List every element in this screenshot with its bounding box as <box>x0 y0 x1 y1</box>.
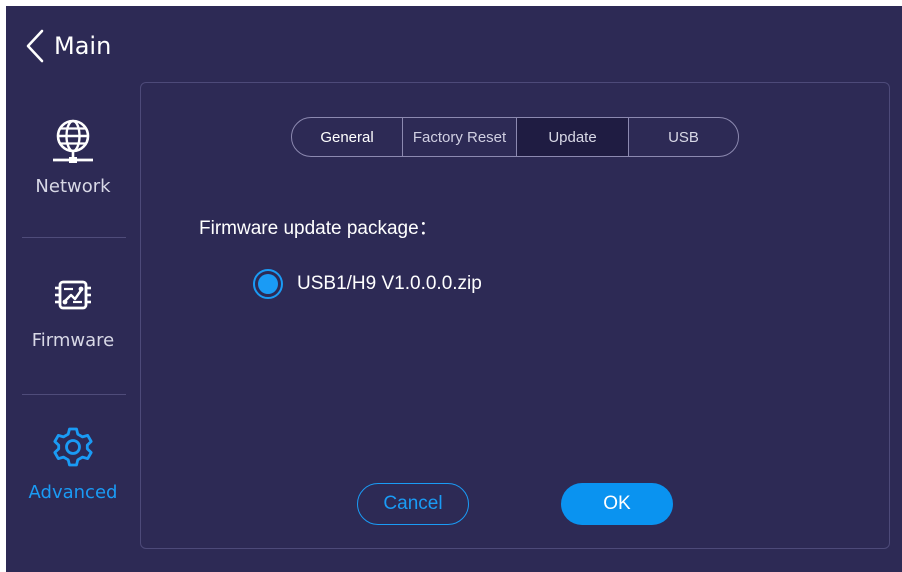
sidebar-item-advanced[interactable]: Advanced <box>18 422 128 542</box>
back-label: Main <box>54 32 112 60</box>
firmware-package-label: Firmware update package： <box>199 218 438 239</box>
tab-general[interactable]: General <box>292 118 402 156</box>
tab-bar: General Factory Reset Update USB <box>291 117 739 157</box>
cancel-button[interactable]: Cancel <box>357 483 469 525</box>
tab-usb[interactable]: USB <box>628 118 738 156</box>
sidebar: Network Firmware Advanced <box>6 92 140 552</box>
screen: Main Network Firmware Advanced General F… <box>6 6 902 572</box>
package-filename: USB1/H9 V1.0.0.0.zip <box>297 273 482 294</box>
sidebar-item-label: Advanced <box>28 482 118 503</box>
sidebar-divider <box>22 237 126 238</box>
sidebar-item-firmware[interactable]: Firmware <box>18 270 128 390</box>
chevron-left-icon <box>26 29 44 63</box>
radio-button[interactable] <box>253 269 283 299</box>
package-option[interactable]: USB1/H9 V1.0.0.0.zip <box>253 269 482 299</box>
ok-button[interactable]: OK <box>561 483 673 525</box>
tab-factory-reset[interactable]: Factory Reset <box>402 118 516 156</box>
main-panel: General Factory Reset Update USB Firmwar… <box>140 82 890 549</box>
gear-icon <box>48 422 98 472</box>
sidebar-item-label: Network <box>35 176 111 197</box>
sidebar-item-network[interactable]: Network <box>18 116 128 236</box>
sidebar-divider <box>22 394 126 395</box>
radio-selected-dot <box>258 274 278 294</box>
back-button[interactable]: Main <box>26 26 111 66</box>
sidebar-item-label: Firmware <box>31 330 115 351</box>
tab-update[interactable]: Update <box>516 118 628 156</box>
firmware-chip-icon <box>48 270 98 320</box>
globe-network-icon <box>48 116 98 166</box>
